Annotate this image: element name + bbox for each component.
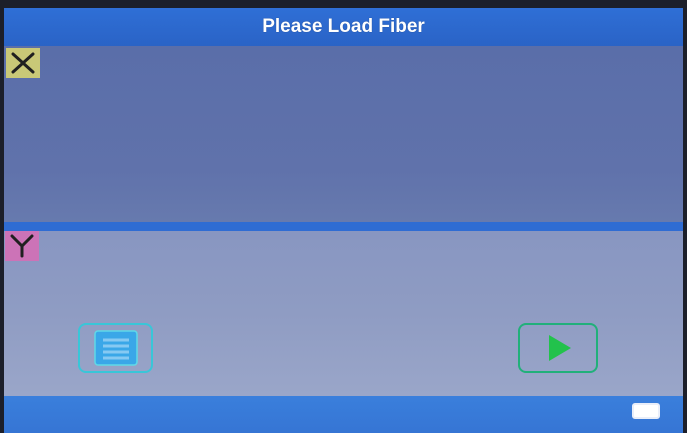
page-title: Please Load Fiber [262,16,425,37]
menu-button[interactable] [78,323,153,373]
title-bar: Please Load Fiber [4,8,683,46]
pane-divider [4,222,683,231]
x-view-pane [4,46,683,222]
battery-icon [632,403,660,419]
status-bar [4,396,683,433]
y-icon [10,234,34,258]
play-icon [549,335,571,361]
x-icon [11,52,35,74]
x-axis-badge: X [6,48,40,78]
y-axis-badge: Y [5,231,39,261]
menu-icon [93,330,138,366]
start-button[interactable] [518,323,598,373]
